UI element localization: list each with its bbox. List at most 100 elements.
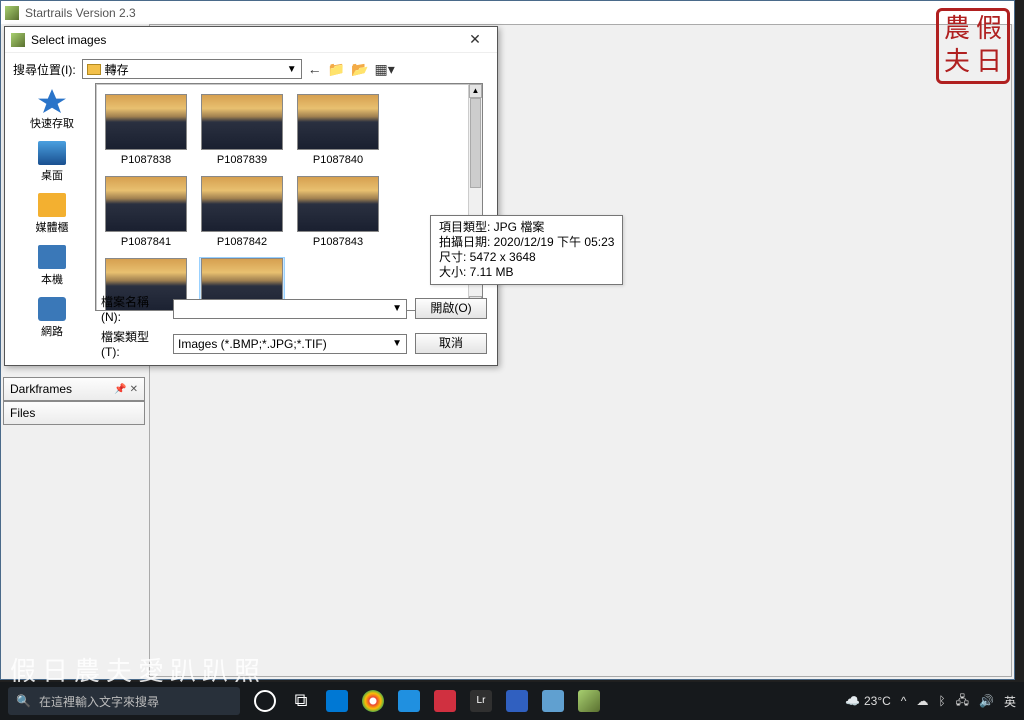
place-desktop[interactable]: 桌面 <box>13 141 91 183</box>
filename-label: 檔案名稱(N): <box>101 293 165 324</box>
back-icon[interactable]: ← <box>308 61 322 77</box>
cortana-icon[interactable] <box>254 690 276 712</box>
tooltip-date: 拍攝日期: 2020/12/19 下午 05:23 <box>439 235 614 250</box>
file-thumbnail[interactable]: P1087838 <box>104 94 188 166</box>
dialog-icon <box>11 33 25 47</box>
weather-widget[interactable]: ☁️ 23°C <box>845 694 891 708</box>
close-icon[interactable]: ✕ <box>459 31 491 48</box>
tooltip-type: 項目類型: JPG 檔案 <box>439 220 614 235</box>
main-titlebar: Startrails Version 2.3 <box>1 1 1014 24</box>
file-thumbnail[interactable]: P1087839 <box>200 94 284 166</box>
pc-icon <box>38 245 66 269</box>
startrails-icon[interactable] <box>578 690 600 712</box>
place-desktop-label: 桌面 <box>41 167 63 183</box>
filetype-value: Images (*.BMP;*.JPG;*.TIF) <box>178 337 327 351</box>
app-icon-blue[interactable] <box>506 690 528 712</box>
system-tray: ☁️ 23°C ^ ☁ ᛒ 🖧 🔊 英 <box>845 691 1016 712</box>
chrome-icon[interactable] <box>362 690 384 712</box>
place-pc-label: 本機 <box>41 271 63 287</box>
new-folder-icon[interactable]: 📂 <box>351 61 368 78</box>
weather-icon: ☁️ <box>845 694 860 708</box>
taskview-icon[interactable]: ⧉ <box>290 690 312 712</box>
nav-icons: ← 📁 📂 ▦▾ <box>308 61 395 78</box>
file-dialog: Select images ✕ 搜尋位置(I): 轉存 ▼ ← 📁 📂 ▦▾ 快… <box>4 26 498 366</box>
view-menu-icon[interactable]: ▦▾ <box>375 61 395 78</box>
thumbnail-image <box>201 176 283 232</box>
star-icon <box>38 89 66 113</box>
place-thispc[interactable]: 本機 <box>13 245 91 287</box>
file-thumbnail[interactable]: P1087843 <box>296 176 380 248</box>
onedrive-icon[interactable]: ☁ <box>916 694 928 708</box>
thumbnail-image <box>105 94 187 150</box>
chevron-down-icon: ▼ <box>392 338 402 349</box>
lookin-label: 搜尋位置(I): <box>13 61 76 78</box>
thumbnail-label: P1087840 <box>296 154 380 166</box>
explorer-icon[interactable] <box>326 690 348 712</box>
filetype-label: 檔案類型(T): <box>101 328 165 359</box>
taskbar-search[interactable]: 🔍 在這裡輸入文字來搜尋 <box>8 687 240 715</box>
file-area: P1087838 P1087839 P1087840 P1087841 P1087842… <box>95 83 483 311</box>
wifi-icon[interactable]: 🖧 <box>956 691 969 712</box>
tab-files[interactable]: Files <box>3 401 145 425</box>
search-icon: 🔍 <box>16 694 31 708</box>
thumbnail-label: P1087841 <box>104 236 188 248</box>
open-button[interactable]: 開啟(O) <box>415 298 487 319</box>
stamp-char: 夫 <box>941 46 973 79</box>
lookin-row: 搜尋位置(I): 轉存 ▼ ← 📁 📂 ▦▾ <box>13 59 489 79</box>
file-thumbnail[interactable]: P1087841 <box>104 176 188 248</box>
lookin-combo[interactable]: 轉存 ▼ <box>82 59 302 79</box>
desktop-icon <box>38 141 66 165</box>
place-libraries[interactable]: 媒體櫃 <box>13 193 91 235</box>
app-icon <box>5 6 19 20</box>
stamp-char: 日 <box>973 46 1005 79</box>
ime-indicator[interactable]: 英 <box>1004 693 1016 710</box>
thumbnail-label: P1087839 <box>200 154 284 166</box>
app-icon-red[interactable] <box>434 690 456 712</box>
file-grid: P1087838 P1087839 P1087840 P1087841 P1087842… <box>96 84 482 311</box>
taskbar: 🔍 在這裡輸入文字來搜尋 ⧉ Lr ☁️ 23°C ^ ☁ ᛒ 🖧 🔊 英 <box>0 682 1024 720</box>
places-bar: 快速存取 桌面 媒體櫃 本機 網路 <box>13 83 91 311</box>
thumbnail-label: P1087838 <box>104 154 188 166</box>
tooltip-size: 大小: 7.11 MB <box>439 265 614 280</box>
place-lib-label: 媒體櫃 <box>36 219 69 235</box>
bottom-fields: 檔案名稱(N): ▼ 開啟(O) 檔案類型(T): Images (*.BMP;… <box>101 293 487 359</box>
lookin-value: 轉存 <box>105 61 129 78</box>
lightroom-icon[interactable]: Lr <box>470 690 492 712</box>
stamp-char: 假 <box>973 13 1005 46</box>
taskbar-pinned: ⧉ Lr <box>254 690 600 712</box>
chevron-down-icon: ▼ <box>392 303 402 314</box>
main-title: Startrails Version 2.3 <box>25 6 136 20</box>
side-tabs: Darkframes 📌 ✕ Files <box>3 377 145 425</box>
bluetooth-icon[interactable]: ᛒ <box>938 694 945 708</box>
stamp-char: 農 <box>941 13 973 46</box>
volume-icon[interactable]: 🔊 <box>979 694 994 708</box>
file-thumbnail[interactable]: P1087842 <box>200 176 284 248</box>
up-folder-icon[interactable]: 📁 <box>328 61 345 78</box>
thumbnail-label: P1087843 <box>296 236 380 248</box>
weather-temp: 23°C <box>864 694 891 708</box>
tray-chevron-icon[interactable]: ^ <box>901 694 907 708</box>
row-filetype: 檔案類型(T): Images (*.BMP;*.JPG;*.TIF) ▼ 取消 <box>101 328 487 359</box>
filetype-combo[interactable]: Images (*.BMP;*.JPG;*.TIF) ▼ <box>173 334 407 354</box>
place-net-label: 網路 <box>41 323 63 339</box>
dialog-title: Select images <box>31 33 106 47</box>
filename-input[interactable]: ▼ <box>173 299 407 319</box>
cancel-button[interactable]: 取消 <box>415 333 487 354</box>
place-quickaccess[interactable]: 快速存取 <box>13 89 91 131</box>
thumbnail-label: P1087842 <box>200 236 284 248</box>
app-icon-cyan[interactable] <box>542 690 564 712</box>
watermark-stamp: 農 假 夫 日 <box>936 8 1010 84</box>
chevron-down-icon: ▼ <box>287 64 297 75</box>
scroll-up-icon[interactable]: ▲ <box>469 84 482 98</box>
tooltip-dims: 尺寸: 5472 x 3648 <box>439 250 614 265</box>
place-network[interactable]: 網路 <box>13 297 91 339</box>
file-thumbnail[interactable]: P1087840 <box>296 94 380 166</box>
scroll-thumb[interactable] <box>470 98 481 188</box>
thumbnail-image <box>105 176 187 232</box>
pin-icon[interactable]: 📌 ✕ <box>114 384 138 395</box>
file-tooltip: 項目類型: JPG 檔案 拍攝日期: 2020/12/19 下午 05:23 尺… <box>430 215 623 285</box>
photos-icon[interactable] <box>398 690 420 712</box>
tab-files-label: Files <box>10 406 35 420</box>
place-quick-label: 快速存取 <box>30 115 74 131</box>
tab-darkframes[interactable]: Darkframes 📌 ✕ <box>3 377 145 401</box>
